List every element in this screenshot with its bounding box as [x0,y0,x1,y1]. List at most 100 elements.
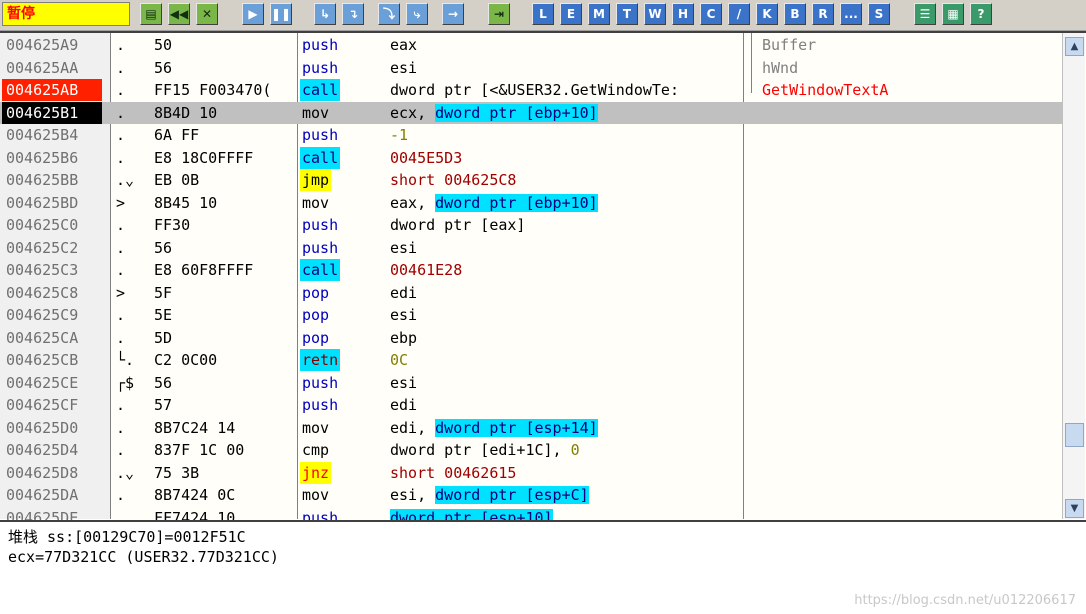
disasm-row[interactable]: 004625BB .⌄ EB 0B jmp short 004625C8 [0,169,1062,191]
disasm-row[interactable]: 004625B1. 8B4D 10 mov ecx, dword ptr [ebp+1… [0,101,1062,124]
memory-operand: dword ptr [ebp+10] [435,193,598,212]
windows-window-icon[interactable]: W [644,3,666,25]
row-mnemonic: push [302,36,339,54]
row-address: 004625BB [6,171,79,189]
handles-window-icon[interactable]: H [672,3,694,25]
options-icon[interactable]: ▦ [942,3,964,25]
step-over-icon[interactable]: ↴ [342,3,364,25]
row-operands: short 004625C8 [390,169,516,191]
row-address: 004625D4 [6,441,79,459]
row-hex-bytes: 837F 1C 00 [154,441,245,459]
call-stack-window-icon[interactable]: K [756,3,778,25]
row-hex-bytes: FF15 F003470( [154,81,272,99]
row-address: 004625DA [6,486,79,504]
disasm-row[interactable]: 004625B6. E8 18C0FFFF call 0045E5D3 [0,146,1062,169]
operand-text: edi [390,283,418,302]
row-hex-bytes: 6A FF [154,126,200,144]
list-icon[interactable]: ☰ [914,3,936,25]
row-operands: esi [390,57,417,79]
row-operands: -1 [390,124,408,146]
disasm-row[interactable]: 004625AA. 56 push esi hWnd [0,57,1062,79]
row-hex-bytes: 75 3B [154,463,200,482]
row-operands: esi [390,304,417,326]
row-hex-bytes: 56 [154,373,173,392]
operand-text: esi [390,238,418,257]
scroll-up-button[interactable]: ▲ [1065,37,1084,56]
row-operands: short 00462615 [390,462,516,484]
disasm-row[interactable]: 004625CB └. C2 0C00 retn 0C [0,349,1062,371]
open-file-icon[interactable]: ▤ [140,3,162,25]
patches-window-icon[interactable]: / [728,3,750,25]
operand-text: dword ptr [edi+1C], [390,441,571,459]
disasm-row[interactable]: 004625CE ┌$ 56 push esi [0,372,1062,394]
row-operands: eax [390,34,417,56]
row-mnemonic: call [300,259,341,281]
row-mnemonic: cmp [302,441,330,459]
cpu-disassembly-pane[interactable]: 004625A9. 50 push eax Buffer 004625AA. 56 push e… [0,31,1086,527]
disasm-row[interactable]: 004625D0. 8B7C24 14 mov edi, dword ptr [esp… [0,417,1062,439]
trace-into-icon[interactable]: ⤵ [378,3,400,25]
go-to-icon[interactable]: ⇥ [488,3,510,25]
disasm-row[interactable]: 004625C3. E8 60F8FFFF call 00461E28 [0,259,1062,281]
memory-window-icon[interactable]: M [588,3,610,25]
execute-till-return-icon[interactable]: → [442,3,464,25]
row-hex-bytes: 57 [154,396,173,414]
run-icon[interactable]: ▶ [242,3,264,25]
vertical-scrollbar[interactable]: ▲ ▼ [1062,33,1085,519]
pause-icon[interactable]: ❚❚ [270,3,292,25]
row-jump-marker: ┌$ [116,373,135,392]
disasm-row[interactable]: 004625CF. 57 push edi [0,394,1062,416]
row-address: 004625CE [6,373,79,392]
row-jump-marker: .⌄ [116,463,135,482]
row-hex-bytes: 8B4D 10 [154,103,218,122]
cpu-window-icon[interactable]: C [700,3,722,25]
memory-operand: dword ptr [esp+C] [435,486,589,504]
operand-text: 0045E5D3 [390,148,463,167]
disasm-row[interactable]: 004625B4. 6A FF push -1 [0,124,1062,146]
row-jump-marker: . [116,81,126,99]
modules-window-icon[interactable]: E [560,3,582,25]
row-address: 004625B1 [2,101,102,124]
row-jump-marker: . [116,58,126,77]
row-hex-bytes: C2 0C00 [154,351,218,369]
row-hex-bytes: 8B7424 0C [154,486,236,504]
row-operands: esi [390,372,417,394]
disasm-row[interactable]: 004625C2. 56 push esi [0,237,1062,259]
operand-text: short 00462615 [390,463,517,482]
disasm-row[interactable]: 004625A9. 50 push eax Buffer [0,34,1062,56]
operand-text: dword ptr [eax] [390,216,526,234]
row-hex-bytes: E8 18C0FFFF [154,148,254,167]
run-trace-window-icon[interactable]: ... [840,3,862,25]
disasm-row[interactable]: 004625DA. 8B7424 0C mov esi, dword ptr [esp… [0,484,1062,506]
disasm-row[interactable]: 004625CA. 5D pop ebp [0,327,1062,349]
disasm-row[interactable]: 004625BD >8B45 10 mov eax, dword ptr [ebp+1… [0,192,1062,214]
scroll-thumb[interactable] [1065,423,1084,447]
disasm-row[interactable]: 004625D4. 837F 1C 00 cmp dword ptr [edi+1C]… [0,439,1062,461]
disasm-row[interactable]: 004625C9. 5E pop esi [0,304,1062,326]
row-mnemonic: push [302,58,339,77]
help-icon[interactable]: ? [970,3,992,25]
disasm-row[interactable]: 004625AB. FF15 F003470(call dword ptr [<&U… [0,79,1062,101]
step-into-icon[interactable]: ↳ [314,3,336,25]
disasm-row[interactable]: 004625C8 >5F pop edi [0,282,1062,304]
scroll-down-button[interactable]: ▼ [1065,499,1084,518]
operand-text: eax [390,36,418,54]
row-jump-marker: . [116,486,126,504]
operand-text: ecx, [390,103,436,122]
row-mnemonic: retn [300,349,341,371]
row-address: 004625CB [6,351,79,369]
row-mnemonic: jmp [300,169,332,191]
source-window-icon[interactable]: S [868,3,890,25]
disasm-row[interactable]: 004625C0. FF30 push dword ptr [eax] [0,214,1062,236]
row-operands: dword ptr [<&USER32.GetWindowTe: [390,79,679,101]
threads-window-icon[interactable]: T [616,3,638,25]
log-window-icon[interactable]: L [532,3,554,25]
references-window-icon[interactable]: R [812,3,834,25]
row-jump-marker: . [116,396,126,414]
trace-over-icon[interactable]: ⤷ [406,3,428,25]
close-icon[interactable]: ✕ [196,3,218,25]
register-info: ecx=77D321CC (USER32.77D321CC) [8,548,279,566]
rewind-icon[interactable]: ◀◀ [168,3,190,25]
breakpoints-window-icon[interactable]: B [784,3,806,25]
disasm-row[interactable]: 004625D8 .⌄ 75 3B jnz short 00462615 [0,461,1062,484]
